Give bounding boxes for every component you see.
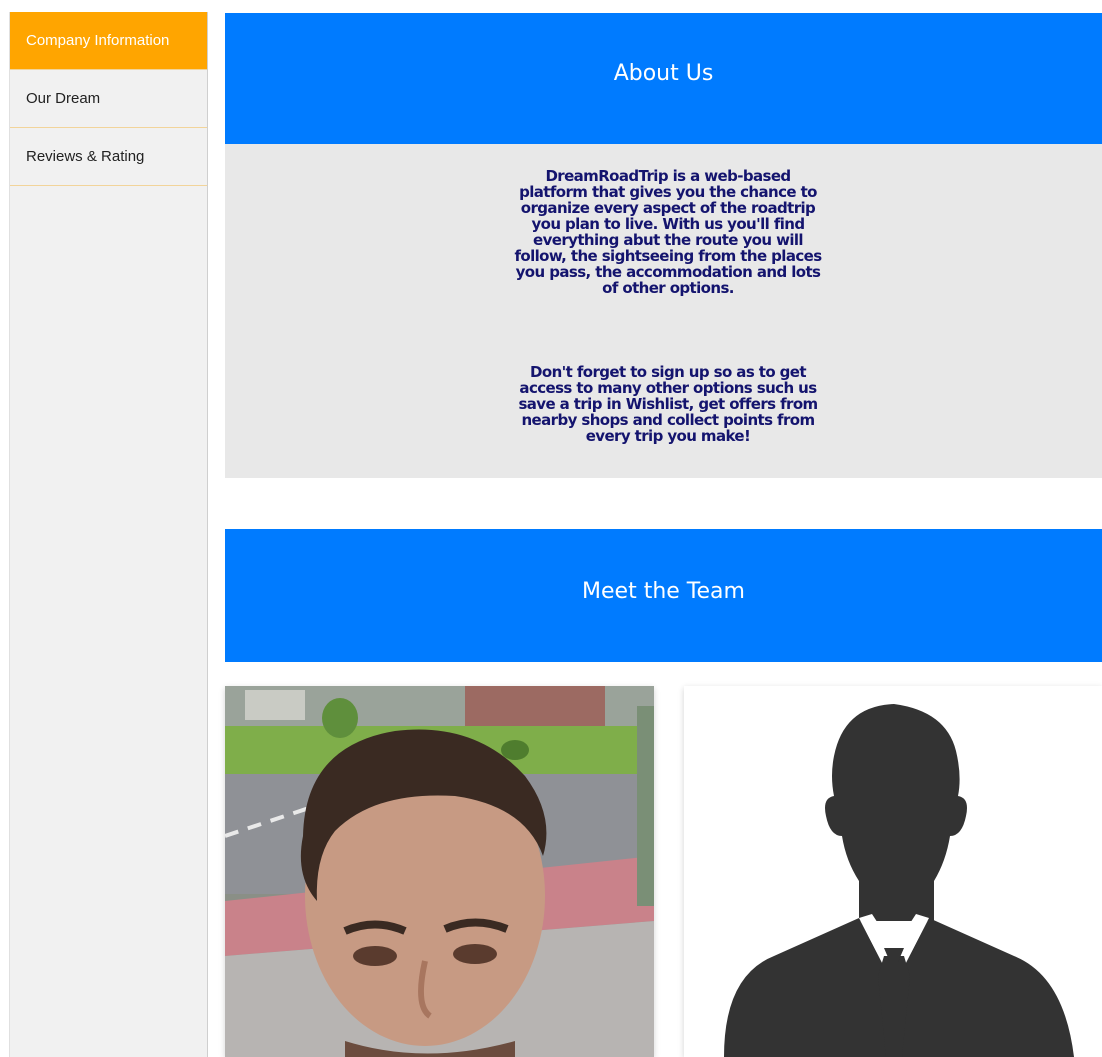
team-member-avatar-card (684, 686, 1102, 1057)
sidebar-item-company-information[interactable]: Company Information (10, 12, 207, 70)
meet-the-team-banner: Meet the Team (225, 529, 1102, 662)
sidebar-item-our-dream[interactable]: Our Dream (10, 70, 207, 128)
team-member-photo-card (225, 686, 654, 1057)
meet-the-team-heading: Meet the Team (582, 579, 745, 604)
about-paragraph-1: DreamRoadTrip is a web-based platform th… (487, 168, 849, 296)
about-us-heading: About Us (613, 61, 714, 86)
team-member-photo (225, 686, 654, 1057)
sidebar: Company Information Our Dream Reviews & … (9, 12, 208, 1057)
about-p2-line: every trip you make! (585, 427, 751, 445)
about-us-section: DreamRoadTrip is a web-based platform th… (225, 144, 1102, 478)
about-us-banner: About Us (225, 13, 1102, 144)
avatar-silhouette-icon (684, 686, 1102, 1057)
sidebar-item-reviews-rating[interactable]: Reviews & Rating (10, 128, 207, 186)
about-paragraph-2: Don't forget to sign up so as to get acc… (487, 364, 849, 444)
about-p1-line: of other options. (602, 279, 734, 297)
